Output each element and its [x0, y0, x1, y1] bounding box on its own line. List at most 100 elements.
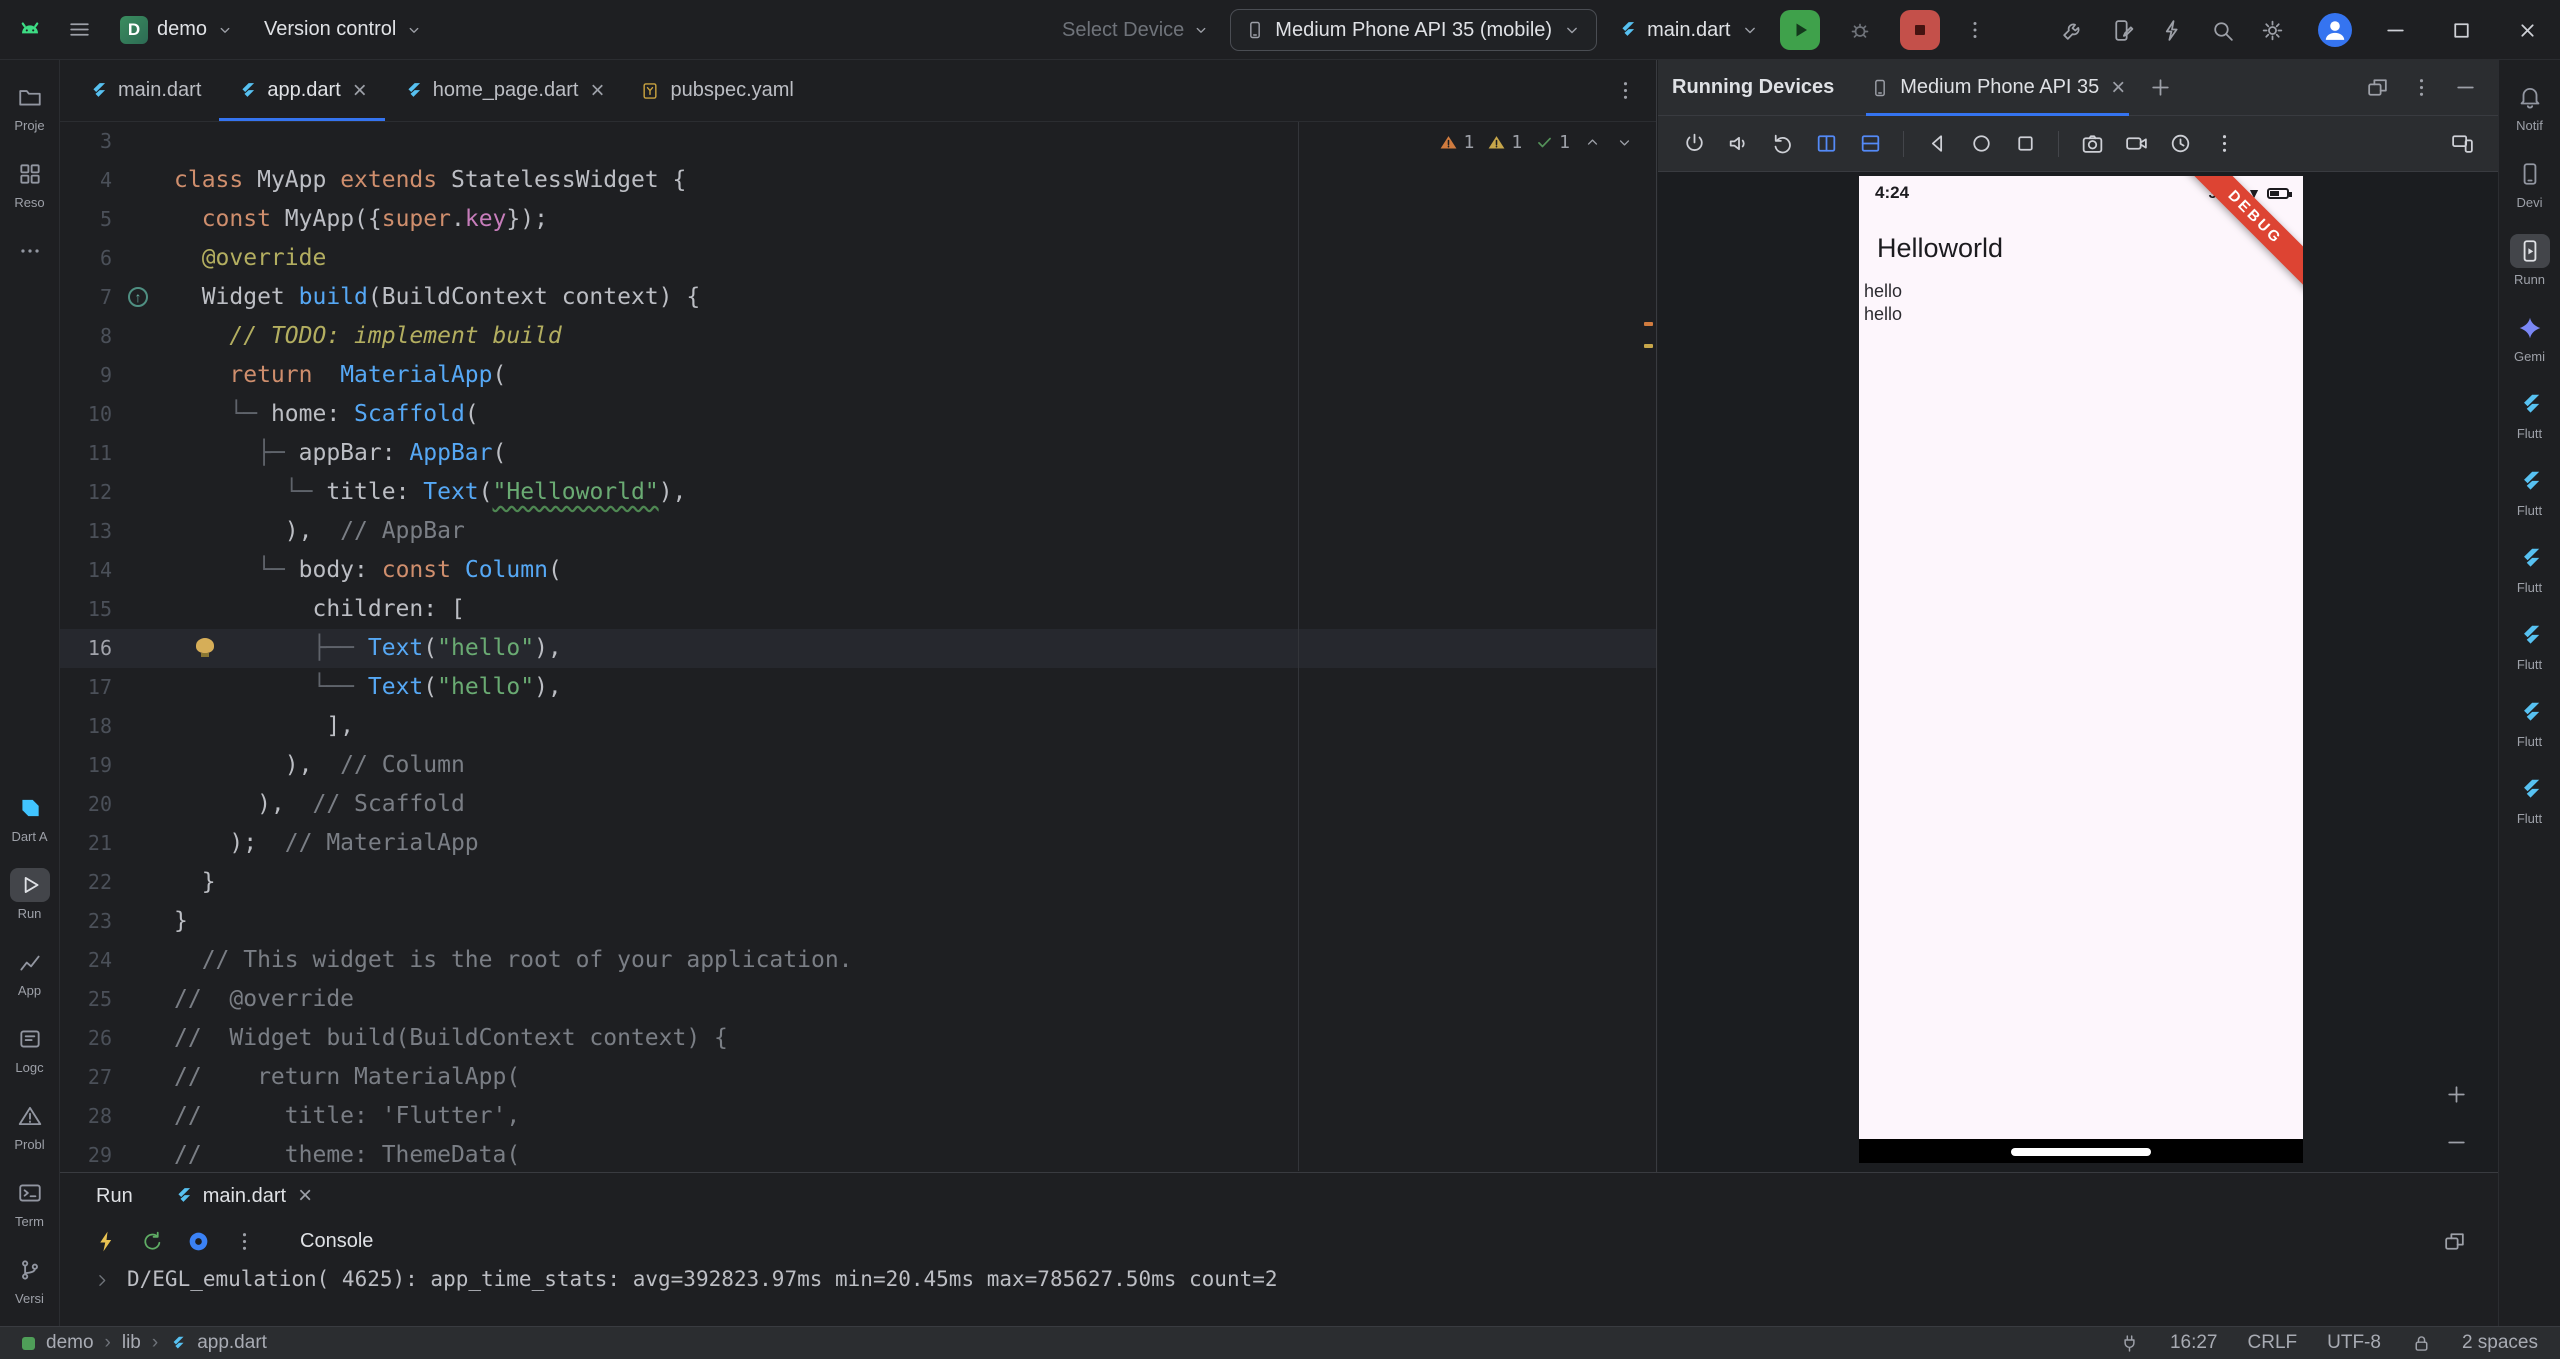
tool-button-app-quality-insights[interactable]: App: [1, 933, 59, 1010]
more-options-button[interactable]: [2402, 69, 2440, 107]
more-actions-button[interactable]: [226, 1223, 262, 1259]
code-line[interactable]: 10 └─ home: Scaffold(: [60, 395, 1656, 434]
tool-button-resource-manager[interactable]: Reso: [1, 145, 59, 222]
console-output[interactable]: D/EGL_emulation( 4625): app_time_stats: …: [60, 1267, 2498, 1291]
posture-button[interactable]: [1850, 124, 1890, 164]
zoom-out-button[interactable]: [2440, 1126, 2472, 1158]
code-line[interactable]: 18 ],: [60, 707, 1656, 746]
tool-button-terminal[interactable]: Term: [1, 1164, 59, 1241]
tab-home_page.dart[interactable]: home_page.dart ×: [385, 60, 623, 121]
close-run-tab-icon[interactable]: ×: [298, 1184, 312, 1208]
tool-button-flutter-outline[interactable]: Flutt: [2501, 376, 2559, 453]
breadcrumb-item[interactable]: lib: [122, 1332, 141, 1354]
code-line[interactable]: 27 // return MaterialApp(: [60, 1058, 1656, 1097]
code-line[interactable]: 8 // TODO: implement build: [60, 317, 1656, 356]
close-tab-icon[interactable]: ×: [590, 78, 604, 102]
code-line[interactable]: 28 // title: 'Flutter',: [60, 1097, 1656, 1136]
intention-bulb-icon[interactable]: [196, 638, 214, 657]
code-line[interactable]: 20 ), // Scaffold: [60, 785, 1656, 824]
adb-connection-icon[interactable]: [2119, 1333, 2140, 1354]
inspection-warnings[interactable]: 1: [1439, 132, 1474, 153]
code-line[interactable]: 23}: [60, 902, 1656, 941]
stop-button[interactable]: [1900, 10, 1941, 50]
code-line[interactable]: 25 // @override: [60, 980, 1656, 1019]
tab-pubspec.yaml[interactable]: pubspec.yaml: [622, 60, 811, 121]
account-avatar[interactable]: [2318, 13, 2352, 47]
weak-warning-mark[interactable]: [1644, 344, 1653, 348]
error-stripe[interactable]: [1642, 122, 1656, 1171]
file-encoding[interactable]: UTF-8: [2327, 1332, 2381, 1354]
close-device-tab-icon[interactable]: ×: [2111, 75, 2125, 99]
volume-button[interactable]: [1718, 124, 1758, 164]
device-selector-dropdown[interactable]: Medium Phone API 35 (mobile): [1230, 9, 1598, 51]
code-line[interactable]: 11 ├─ appBar: AppBar(: [60, 434, 1656, 473]
device-mirror-button[interactable]: [2442, 124, 2482, 164]
warning-mark[interactable]: [1644, 322, 1653, 326]
gesture-pill[interactable]: [2011, 1148, 2151, 1156]
plugins-button[interactable]: [2052, 10, 2092, 50]
override-gutter-icon[interactable]: ↑: [128, 287, 148, 307]
snapshot-button[interactable]: [2160, 124, 2200, 164]
tool-button-flutter-performance[interactable]: Flutt: [2501, 530, 2559, 607]
close-button[interactable]: [2494, 0, 2560, 60]
code-line[interactable]: 12 └─ title: Text("Helloworld"),: [60, 473, 1656, 512]
breadcrumb-item[interactable]: app.dart: [197, 1332, 267, 1354]
add-device-tab-button[interactable]: [2143, 71, 2177, 105]
code-line[interactable]: 22 }: [60, 863, 1656, 902]
zoom-in-button[interactable]: [2440, 1078, 2472, 1110]
hot-restart-button[interactable]: [134, 1223, 170, 1259]
tab-main.dart[interactable]: main.dart: [70, 60, 219, 121]
code-line[interactable]: 5 const MyApp({super.key});: [60, 200, 1656, 239]
device-manager-button[interactable]: [2102, 10, 2142, 50]
code-line[interactable]: 17 └── Text("hello"),: [60, 668, 1656, 707]
tool-button-notifications[interactable]: Notif: [2501, 68, 2559, 145]
tool-button-device-manager[interactable]: Devi: [2501, 145, 2559, 222]
hot-reload-button[interactable]: [88, 1223, 124, 1259]
editor-tabs-menu-button[interactable]: [1606, 72, 1644, 110]
version-control-widget[interactable]: Version control: [256, 14, 431, 45]
tool-button-flutter-sidebar[interactable]: Flutt: [2501, 684, 2559, 761]
run-configuration-dropdown[interactable]: main.dart: [1617, 19, 1760, 42]
console-label[interactable]: Console: [300, 1230, 373, 1253]
file-writable-icon[interactable]: [2411, 1333, 2432, 1354]
code-line[interactable]: 26 // Widget build(BuildContext context) …: [60, 1019, 1656, 1058]
tool-button-more-tool-windows[interactable]: [1, 222, 59, 284]
breadcrumb-item[interactable]: demo: [46, 1332, 94, 1354]
project-widget[interactable]: D demo: [112, 12, 242, 48]
code-line[interactable]: 24 // This widget is the root of your ap…: [60, 941, 1656, 980]
line-separator[interactable]: CRLF: [2248, 1332, 2298, 1354]
tool-button-version-control[interactable]: Versi: [1, 1241, 59, 1318]
code-editor[interactable]: 3 4 class MyApp extends StatelessWidget {5…: [60, 122, 1656, 1171]
run-button[interactable]: [1780, 10, 1821, 50]
code-line[interactable]: 6 @override: [60, 239, 1656, 278]
tool-button-project[interactable]: Proje: [1, 68, 59, 145]
tool-button-running-devices[interactable]: Runn: [2501, 222, 2559, 299]
screen-record-button[interactable]: [2116, 124, 2156, 164]
code-line[interactable]: 29 // theme: ThemeData(: [60, 1136, 1656, 1171]
previous-problem-button[interactable]: [1583, 133, 1602, 152]
select-device-dropdown[interactable]: Select Device: [1062, 19, 1210, 42]
device-screen[interactable]: 4:24 3G ▲▼ Helloworld hellohello DEBUG: [1859, 176, 2303, 1139]
breadcrumb[interactable]: demo › lib › app.dart: [22, 1332, 267, 1354]
fold-chevron-icon[interactable]: [92, 1271, 111, 1290]
close-tab-icon[interactable]: ×: [353, 78, 367, 102]
run-tab-main-dart[interactable]: main.dart ×: [173, 1173, 312, 1219]
search-everywhere-button[interactable]: [2202, 10, 2242, 50]
settings-button[interactable]: [2252, 10, 2292, 50]
code-line[interactable]: 7 ↑ Widget build(BuildContext context) {: [60, 278, 1656, 317]
code-line[interactable]: 3: [60, 122, 1656, 161]
float-window-button[interactable]: [2358, 69, 2396, 107]
code-line[interactable]: 16 ├── Text("hello"),: [60, 629, 1656, 668]
maximize-button[interactable]: [2428, 0, 2494, 60]
open-devtools-button[interactable]: [180, 1223, 216, 1259]
minimize-button[interactable]: [2362, 0, 2428, 60]
fold-button[interactable]: [1806, 124, 1846, 164]
tool-button-flutter-devtools[interactable]: Flutt: [2501, 761, 2559, 838]
tab-app.dart[interactable]: app.dart ×: [219, 60, 386, 121]
code-line[interactable]: 21 ); // MaterialApp: [60, 824, 1656, 863]
code-line[interactable]: 4 class MyApp extends StatelessWidget {: [60, 161, 1656, 200]
debug-button[interactable]: [1840, 10, 1880, 50]
code-line[interactable]: 14 └─ body: const Column(: [60, 551, 1656, 590]
next-problem-button[interactable]: [1615, 133, 1634, 152]
home-button[interactable]: [1961, 124, 2001, 164]
